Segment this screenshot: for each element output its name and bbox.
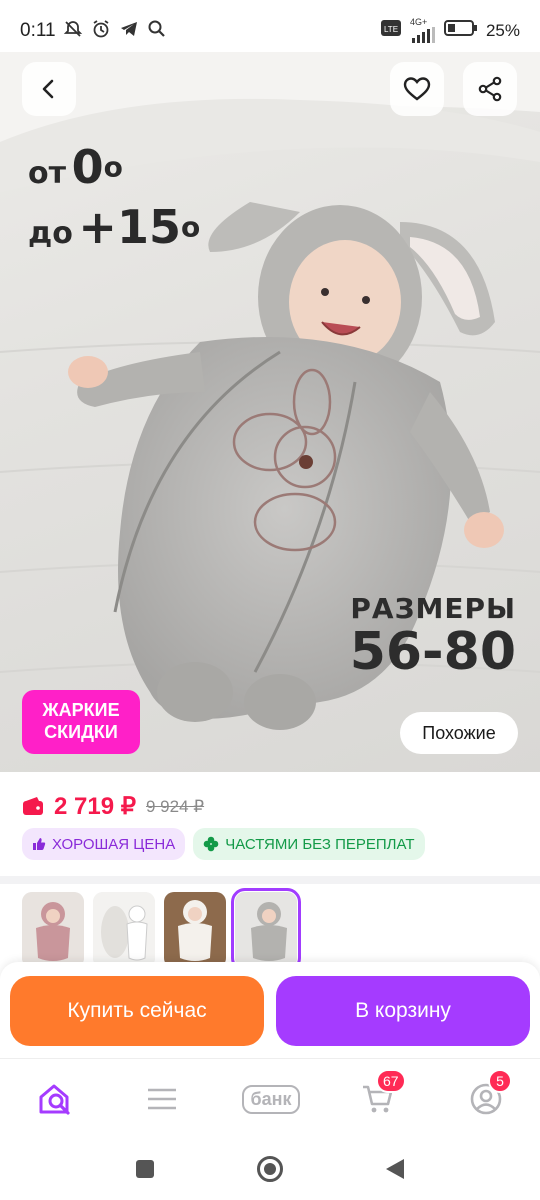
hot-badge-line1: ЖАРКИЕ bbox=[42, 700, 120, 720]
thumbs-up-icon bbox=[33, 838, 46, 850]
good-price-chip[interactable]: ХОРОШАЯ ЦЕНА bbox=[22, 828, 186, 860]
circle-icon bbox=[257, 1156, 283, 1182]
temp-from-prefix: от bbox=[28, 156, 66, 191]
svg-text:LTE: LTE bbox=[384, 25, 398, 34]
good-price-label: ХОРОШАЯ ЦЕНА bbox=[52, 835, 176, 853]
temp-to-value: +15 bbox=[78, 200, 181, 254]
thumbnail-white-bear[interactable] bbox=[164, 892, 226, 968]
cart-badge: 67 bbox=[376, 1069, 406, 1093]
sizes-title: РАЗМЕРЫ bbox=[350, 592, 516, 625]
temp-from-value: 0 bbox=[71, 140, 104, 194]
home-search-icon bbox=[39, 1084, 70, 1115]
telegram-icon bbox=[118, 18, 140, 40]
nav-catalog[interactable] bbox=[140, 1077, 184, 1121]
heart-icon bbox=[403, 77, 431, 101]
signal-icon: 4G+ bbox=[410, 18, 436, 43]
battery-icon bbox=[443, 19, 478, 42]
hot-discounts-badge: ЖАРКИЕ СКИДКИ bbox=[22, 690, 140, 754]
system-navigation-bar bbox=[0, 1138, 540, 1200]
volte-icon: LTE bbox=[380, 19, 402, 42]
action-bar: Купить сейчас В корзину bbox=[0, 962, 540, 1058]
degree-sign: o bbox=[180, 210, 201, 244]
price-chips: ХОРОШАЯ ЦЕНА ЧАСТЯМИ БЕЗ ПЕРЕПЛАТ bbox=[22, 828, 425, 860]
nav-home[interactable] bbox=[34, 1077, 78, 1121]
share-button[interactable] bbox=[463, 62, 517, 116]
system-back-button[interactable] bbox=[380, 1154, 410, 1184]
add-to-cart-button[interactable]: В корзину bbox=[276, 976, 530, 1046]
status-time: 0:11 bbox=[20, 20, 56, 41]
share-icon bbox=[478, 76, 502, 102]
hot-badge-line2: СКИДКИ bbox=[44, 722, 118, 742]
home-button[interactable] bbox=[255, 1154, 285, 1184]
sizes-value: 56-80 bbox=[349, 622, 516, 682]
bank-label: банк bbox=[242, 1084, 300, 1114]
mute-icon bbox=[62, 18, 84, 40]
temp-from-label: от 0o bbox=[28, 140, 123, 194]
degree-sign: o bbox=[103, 150, 123, 184]
search-icon bbox=[146, 18, 168, 40]
profile-badge: 5 bbox=[488, 1069, 512, 1093]
clover-icon bbox=[203, 836, 219, 852]
thumbnail-grey[interactable] bbox=[231, 888, 301, 972]
installments-label: ЧАСТЯМИ БЕЗ ПЕРЕПЛАТ bbox=[225, 835, 415, 853]
thumbnail-white[interactable] bbox=[93, 892, 155, 968]
network-type: 4G+ bbox=[409, 17, 428, 27]
price-row: 2 719 ₽ 9 924 ₽ bbox=[22, 792, 204, 821]
similar-button[interactable]: Похожие bbox=[400, 712, 518, 754]
installments-chip[interactable]: ЧАСТЯМИ БЕЗ ПЕРЕПЛАТ bbox=[193, 828, 425, 860]
section-divider bbox=[0, 876, 540, 884]
status-icons-left bbox=[62, 18, 168, 40]
old-price: 9 924 ₽ bbox=[146, 796, 205, 816]
temp-to-prefix: до bbox=[28, 216, 73, 251]
nav-bank[interactable]: банк bbox=[236, 1077, 306, 1121]
product-image[interactable]: от 0o до +15o РАЗМЕРЫ 56-80 ЖАРКИЕ СКИДК… bbox=[0, 52, 540, 772]
alarm-icon bbox=[90, 18, 112, 40]
buy-now-button[interactable]: Купить сейчас bbox=[10, 976, 264, 1046]
back-button[interactable] bbox=[22, 62, 76, 116]
nav-cart[interactable]: 67 bbox=[356, 1069, 406, 1121]
status-icons-right: LTE 4G+ 25% bbox=[380, 18, 520, 43]
square-icon bbox=[136, 1160, 154, 1178]
recent-apps-button[interactable] bbox=[130, 1154, 160, 1184]
price-card: 2 719 ₽ 9 924 ₽ ХОРОШАЯ ЦЕНА ЧАСТЯМИ БЕЗ… bbox=[0, 772, 540, 876]
nav-profile[interactable]: 5 bbox=[464, 1069, 512, 1121]
favorite-button[interactable] bbox=[390, 62, 444, 116]
bottom-nav: банк 67 5 bbox=[0, 1058, 540, 1138]
chevron-left-icon bbox=[42, 79, 54, 99]
menu-icon bbox=[148, 1088, 176, 1110]
triangle-back-icon bbox=[386, 1159, 404, 1179]
thumbnail-pink[interactable] bbox=[22, 892, 84, 968]
wallet-icon bbox=[23, 796, 43, 815]
temp-to-label: до +15o bbox=[28, 200, 200, 254]
current-price: 2 719 ₽ bbox=[54, 793, 136, 820]
battery-percent: 25% bbox=[485, 20, 520, 40]
